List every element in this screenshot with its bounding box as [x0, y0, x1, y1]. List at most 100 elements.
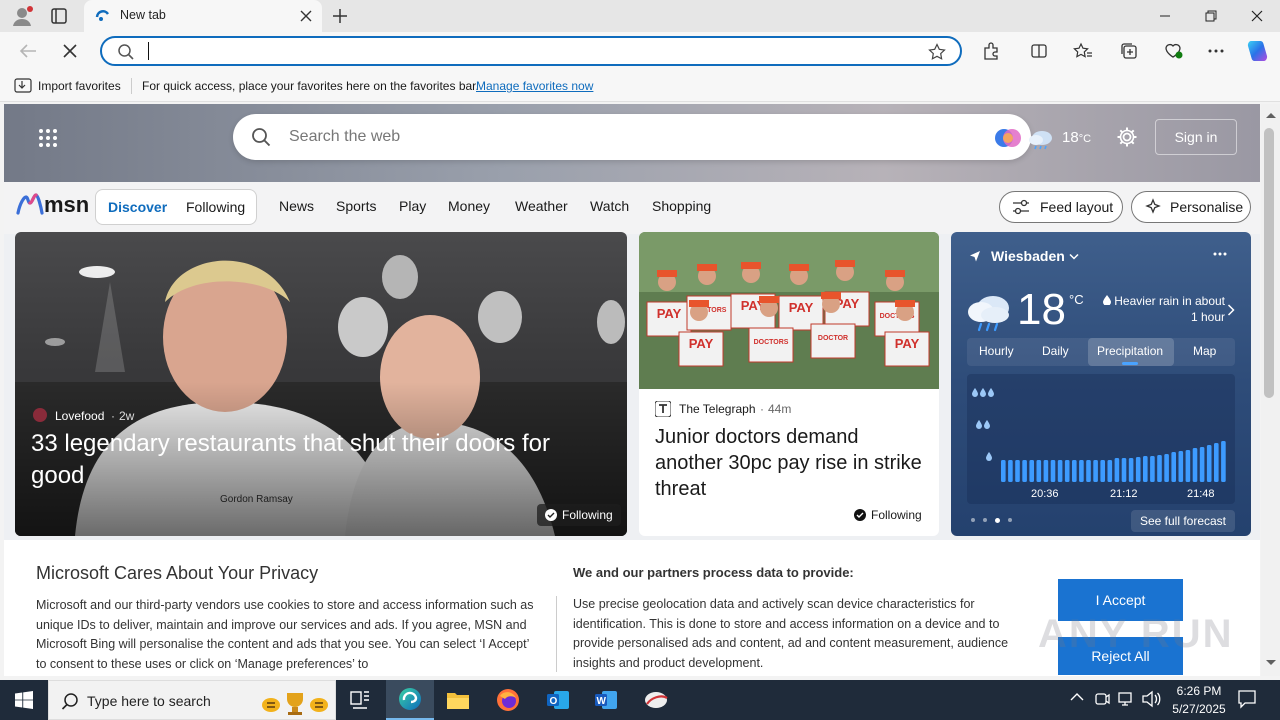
precip-bar: [1135, 457, 1141, 482]
import-favorites-icon[interactable]: [14, 78, 32, 94]
minimize-button[interactable]: [1142, 0, 1188, 32]
bing-chat-icon[interactable]: [993, 124, 1023, 152]
msn-logo[interactable]: [16, 193, 44, 217]
settings-gear-icon[interactable]: [1116, 126, 1138, 148]
weather-cloud-icon[interactable]: [1028, 128, 1054, 150]
taskbar-file-explorer[interactable]: [434, 680, 482, 720]
favorites-icon[interactable]: [1072, 40, 1094, 62]
taskbar-search[interactable]: Type here to search: [48, 680, 336, 720]
tab-actions-icon[interactable]: [50, 7, 70, 25]
edge-tab-icon: [94, 8, 110, 24]
stop-loading-icon[interactable]: [62, 43, 78, 59]
chevron-down-icon[interactable]: [1069, 253, 1079, 261]
more-options-icon[interactable]: [1213, 252, 1227, 256]
address-bar[interactable]: [100, 36, 962, 66]
weather-location[interactable]: Wiesbaden: [991, 248, 1065, 264]
import-favorites-button[interactable]: Import favorites: [38, 79, 121, 93]
news-card-main[interactable]: Gordon Ramsay Lovefood · 2w 33 legendary…: [15, 232, 627, 536]
see-full-forecast-button[interactable]: See full forecast: [1131, 510, 1235, 532]
start-button[interactable]: [0, 680, 48, 720]
feed-toggle: Discover Following: [95, 189, 257, 225]
apps-launcher-icon[interactable]: [38, 128, 58, 148]
clock-time[interactable]: 6:26 PM: [1174, 684, 1224, 698]
following-badge[interactable]: Following: [854, 508, 922, 522]
personalise-button[interactable]: Personalise: [1131, 191, 1251, 223]
network-icon[interactable]: [1117, 690, 1135, 708]
precip-bar: [1157, 455, 1162, 482]
taskbar-app[interactable]: [632, 680, 680, 720]
more-options-icon[interactable]: [1205, 40, 1227, 62]
new-tab-icon[interactable]: [332, 8, 348, 24]
copilot-icon[interactable]: [1244, 38, 1270, 64]
svg-text:O: O: [550, 696, 558, 707]
scroll-up-icon[interactable]: [1266, 112, 1276, 118]
precip-bar: [1171, 452, 1176, 482]
tab-new-tab[interactable]: New tab: [84, 0, 322, 32]
favorites-message: For quick access, place your favorites h…: [142, 79, 479, 93]
taskbar-edge[interactable]: [386, 680, 434, 720]
nav-weather[interactable]: Weather: [515, 198, 568, 214]
toolbar: [0, 32, 1280, 70]
chevron-right-icon[interactable]: [1227, 304, 1235, 316]
weather-unit[interactable]: °C: [1069, 292, 1084, 307]
carousel-dots[interactable]: [971, 518, 1012, 523]
address-input[interactable]: [146, 41, 886, 61]
scroll-thumb[interactable]: [1264, 128, 1274, 398]
tab-following[interactable]: Following: [186, 199, 245, 215]
browser-essentials-icon[interactable]: [1162, 40, 1184, 62]
precip-bar: [1036, 460, 1042, 482]
weather-card[interactable]: Wiesbaden 18 °C Heavier rain in about 1 …: [951, 232, 1251, 536]
header-temperature: 18°C: [1062, 129, 1092, 146]
manage-favorites-link[interactable]: Manage favorites now: [476, 79, 593, 93]
card-headline[interactable]: 33 legendary restaurants that shut their…: [31, 428, 601, 492]
svg-text:W: W: [597, 696, 607, 707]
tray-chevron-up-icon[interactable]: [1070, 692, 1084, 702]
time-label: 21:48: [1187, 488, 1215, 500]
following-badge[interactable]: Following: [537, 504, 621, 526]
rain-cloud-icon: [965, 290, 1013, 334]
taskbar-word[interactable]: W: [582, 680, 630, 720]
profile-icon[interactable]: [10, 5, 34, 27]
close-tab-icon[interactable]: [300, 10, 312, 22]
weather-tab-map[interactable]: Map: [1193, 344, 1216, 358]
nav-watch[interactable]: Watch: [590, 198, 629, 214]
split-screen-icon[interactable]: [1028, 40, 1050, 62]
nav-play[interactable]: Play: [399, 198, 426, 214]
tab-discover[interactable]: Discover: [108, 199, 167, 215]
sparkle-icon: [1144, 198, 1162, 216]
scroll-down-icon[interactable]: [1266, 660, 1276, 666]
tray-meet-icon[interactable]: [1094, 690, 1110, 708]
page-scrollbar[interactable]: [1261, 104, 1280, 676]
weather-tab-precipitation[interactable]: Precipitation: [1097, 344, 1163, 358]
back-icon[interactable]: [18, 42, 38, 60]
nav-shopping[interactable]: Shopping: [652, 198, 711, 214]
weather-tab-daily[interactable]: Daily: [1042, 344, 1069, 358]
nav-news[interactable]: News: [279, 198, 314, 214]
news-card-second[interactable]: PAY DOCTORS PAY PAY PAY DOCTORS PAY DOCTORS DOCT…: [639, 232, 939, 536]
feed-layout-button[interactable]: Feed layout: [999, 191, 1123, 223]
taskbar-outlook[interactable]: O: [534, 680, 582, 720]
collections-icon[interactable]: [1118, 40, 1140, 62]
weather-tabs: Hourly Daily Precipitation Map: [967, 338, 1235, 366]
svg-text:PAY: PAY: [789, 300, 814, 315]
raindrop-icon: [1103, 295, 1112, 305]
precip-bar: [1100, 460, 1105, 482]
nav-sports[interactable]: Sports: [336, 198, 376, 214]
sign-in-button[interactable]: Sign in: [1155, 119, 1237, 155]
favorite-star-icon[interactable]: [928, 43, 946, 61]
restore-button[interactable]: [1188, 0, 1234, 32]
web-search-box[interactable]: Search the web: [233, 114, 1031, 160]
partners-body: Use precise geolocation data and activel…: [573, 597, 1009, 670]
weather-summary[interactable]: Heavier rain in about 1 hour: [1097, 293, 1225, 325]
weather-tab-hourly[interactable]: Hourly: [979, 344, 1014, 358]
task-view-button[interactable]: [336, 680, 384, 720]
extensions-icon[interactable]: [980, 40, 1002, 62]
card-headline[interactable]: Junior doctors demand another 30pc pay r…: [655, 424, 925, 502]
precip-bar: [1093, 460, 1098, 482]
nav-money[interactable]: Money: [448, 198, 490, 214]
close-window-button[interactable]: [1234, 0, 1280, 32]
clock-date[interactable]: 5/27/2025: [1164, 702, 1234, 716]
volume-icon[interactable]: [1141, 690, 1161, 708]
notifications-icon[interactable]: [1237, 689, 1257, 709]
taskbar-firefox[interactable]: [484, 680, 532, 720]
